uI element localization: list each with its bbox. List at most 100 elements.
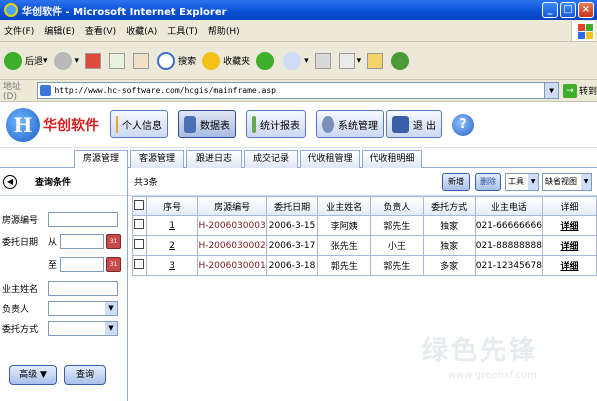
col-date[interactable]: 委托日期 [265, 196, 319, 216]
print-button[interactable] [314, 52, 333, 69]
refresh-icon [109, 52, 126, 69]
maximize-button[interactable]: □ [560, 2, 576, 18]
search-button[interactable]: 查询 [64, 365, 106, 385]
menu-view[interactable]: 查看(V) [85, 24, 116, 37]
windows-flag-icon [571, 21, 595, 41]
tab-rent-collection[interactable]: 代收租管理 [300, 150, 360, 168]
commission-type-select[interactable]: ▼ [48, 321, 118, 336]
search-button[interactable]: 搜索 [157, 51, 196, 70]
person-select[interactable]: ▼ [48, 301, 118, 316]
search-panel-title: 查询条件 [35, 178, 72, 188]
row-checkbox[interactable] [134, 219, 145, 229]
user-icon [116, 115, 118, 133]
col-detail[interactable]: 详细 [541, 196, 597, 216]
ie-logo-icon [4, 3, 18, 17]
help-icon[interactable]: ? [452, 114, 474, 136]
stop-button[interactable] [85, 52, 103, 69]
house-no-input[interactable] [48, 212, 118, 227]
edit-button[interactable]: ▾ [338, 52, 361, 69]
home-button[interactable] [133, 52, 151, 69]
menu-favorites[interactable]: 收藏(A) [126, 24, 157, 37]
menu-edit[interactable]: 编辑(E) [44, 24, 75, 37]
owner-name-label: 业主姓名 [2, 285, 39, 295]
col-agent[interactable]: 负责人 [370, 196, 424, 216]
person-label: 负责人 [2, 305, 30, 315]
menu-help[interactable]: 帮助(H) [208, 24, 240, 37]
detail-link[interactable]: 详细 [541, 235, 597, 256]
row-checkbox-cell[interactable] [132, 235, 147, 256]
address-bar: 地址(D) http://www.hc-software.com/hcgis/m… [0, 80, 597, 102]
messenger-button[interactable] [391, 51, 412, 70]
home-icon [133, 52, 150, 69]
chevron-down-icon[interactable]: ▼ [543, 83, 558, 98]
nav-system-admin[interactable]: 系统管理 [316, 110, 384, 138]
data-table: 序号 房源编号 委托日期 业主姓名 负责人 委托方式 业主电话 详细 1 H-2… [132, 196, 597, 276]
date-to-input[interactable] [60, 257, 104, 272]
favorites-button[interactable]: 收藏夹 [202, 51, 250, 70]
row-checkbox[interactable] [134, 239, 145, 249]
back-label: 后退 [25, 57, 44, 67]
row-checkbox[interactable] [134, 259, 145, 269]
calendar-icon[interactable]: 31 [106, 234, 121, 249]
select-all-header[interactable] [132, 196, 147, 216]
tab-deal-records[interactable]: 成交记录 [244, 150, 298, 168]
cell-date: 2006-3-15 [265, 215, 319, 236]
collapse-left-icon[interactable]: ◀ [3, 174, 17, 189]
tab-follow-up-log[interactable]: 跟进日志 [186, 150, 242, 168]
menu-tools[interactable]: 工具(T) [167, 24, 198, 37]
delete-button[interactable]: 删除 [475, 173, 501, 191]
history-button[interactable] [256, 51, 277, 70]
menu-file[interactable]: 文件(F) [4, 24, 34, 37]
advanced-button[interactable]: 高级 ▼ [9, 365, 57, 385]
cell-no[interactable]: 2 [145, 235, 199, 256]
back-button[interactable]: 后退 ▾ [4, 51, 48, 70]
owner-name-input[interactable] [48, 281, 118, 296]
calendar-icon[interactable]: 31 [106, 257, 121, 272]
data-toolbar: 共3条 新增 删除 工具 ▼ 缺省视图 ▼ [128, 168, 597, 196]
tab-client-source[interactable]: 客源管理 [130, 150, 184, 168]
cell-agent: 郭先生 [370, 215, 424, 236]
col-phone[interactable]: 业主电话 [474, 196, 543, 216]
cell-no[interactable]: 3 [145, 255, 199, 276]
cell-no[interactable]: 1 [145, 215, 199, 236]
view-select-value: 缺省视图 [545, 177, 577, 186]
watermark-url: www.greenxf.com [448, 370, 537, 381]
detail-link[interactable]: 详细 [541, 215, 597, 236]
chevron-down-icon: ▼ [581, 174, 591, 190]
add-button[interactable]: 新增 [442, 173, 470, 191]
select-all-checkbox[interactable] [134, 199, 145, 210]
close-button[interactable]: × [578, 2, 594, 18]
nav-reports[interactable]: 统计报表 [246, 110, 306, 138]
row-checkbox-cell[interactable] [132, 215, 147, 236]
print-icon [314, 52, 331, 69]
address-input[interactable]: http://www.hc-software.com/hcgis/mainfra… [37, 82, 559, 99]
mail-button[interactable]: ▾ [283, 51, 309, 70]
nav-personal-info[interactable]: 个人信息 [110, 110, 168, 138]
forward-button[interactable]: ▾ [53, 51, 79, 70]
nav-data-table[interactable]: 数据表 [178, 110, 236, 138]
folder-button[interactable] [367, 52, 385, 69]
date-to-row: 至 31 [0, 257, 121, 272]
go-arrow-icon: → [562, 83, 577, 98]
tab-rent-detail[interactable]: 代收租明细 [362, 150, 422, 168]
table-row: 2 H-2006030002 2006-3-17 张先生 小王 独家 021-8… [132, 235, 597, 256]
col-type[interactable]: 委托方式 [422, 196, 476, 216]
detail-link[interactable]: 详细 [541, 255, 597, 276]
view-select[interactable]: 缺省视图 ▼ [542, 173, 592, 191]
col-owner[interactable]: 业主姓名 [317, 196, 372, 216]
date-from-input[interactable] [60, 234, 104, 249]
row-checkbox-cell[interactable] [132, 255, 147, 276]
refresh-button[interactable] [109, 52, 127, 69]
owner-name-row: 业主姓名 [0, 281, 118, 296]
tools-select[interactable]: 工具 ▼ [505, 173, 539, 191]
go-button[interactable]: → 转到 [562, 83, 597, 98]
back-arrow-icon [4, 51, 22, 70]
nav-logout[interactable]: 退 出 [386, 110, 442, 138]
search-icon [157, 51, 176, 70]
col-no[interactable]: 序号 [145, 196, 199, 216]
tab-house-source[interactable]: 房源管理 [74, 150, 128, 169]
minimize-button[interactable]: _ [542, 2, 558, 18]
window-title: 华创软件 - Microsoft Internet Explorer [22, 6, 227, 18]
col-code[interactable]: 房源编号 [197, 196, 267, 216]
cell-type: 独家 [422, 215, 476, 236]
